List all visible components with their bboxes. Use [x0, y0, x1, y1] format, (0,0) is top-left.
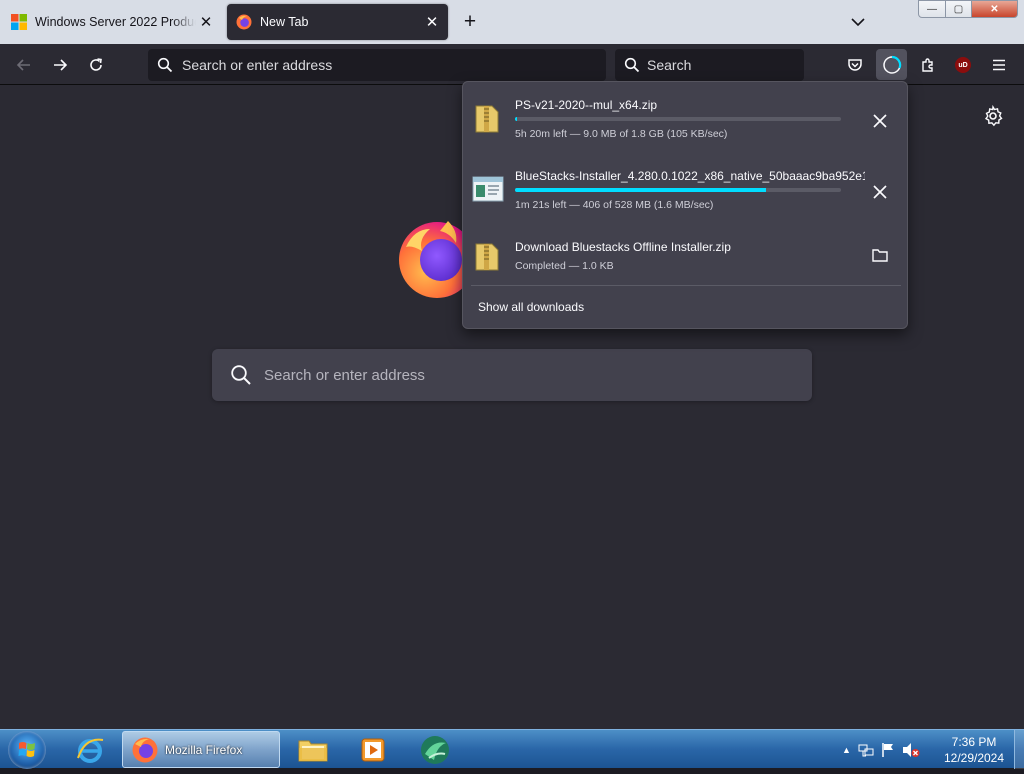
ublock-origin-button[interactable]: uD [950, 52, 976, 78]
show-hidden-icons-arrow-icon[interactable]: ▲ [842, 745, 851, 755]
search-icon [624, 57, 640, 73]
download-status: Completed — 1.0 KB [515, 260, 614, 272]
reload-icon [90, 58, 102, 71]
list-all-tabs-chevron-icon[interactable] [848, 12, 868, 32]
address-bar[interactable]: Search or enter address [148, 49, 606, 81]
folder-icon [298, 740, 328, 761]
windows-taskbar: Mozilla Firefox ▲ 7:36 PM 12/29/2024 [0, 729, 1024, 769]
download-progress-bar [515, 188, 841, 192]
ublock-origin-icon: uD [955, 57, 971, 73]
tab-title: New Tab [260, 15, 309, 29]
tab-title: Windows Server 2022 Product K [35, 15, 196, 29]
pocket-button[interactable] [842, 52, 868, 78]
clock-time: 7:36 PM [951, 735, 997, 749]
download-progress-fill [515, 117, 517, 121]
tab-windows-server[interactable]: Windows Server 2022 Product K ✕ [2, 4, 222, 40]
extensions-button[interactable] [915, 52, 941, 78]
tab-strip: Windows Server 2022 Product K ✕ New Tab … [0, 0, 1024, 44]
download-status: 1m 21s left — 406 of 528 MB (1.6 MB/sec) [515, 199, 714, 211]
close-tab-icon[interactable]: ✕ [422, 12, 442, 32]
system-tray: ▲ [842, 735, 920, 765]
bluestacks-icon [421, 735, 449, 764]
tab-new-tab[interactable]: New Tab ✕ [227, 4, 448, 40]
action-center-flag-icon[interactable] [881, 742, 895, 758]
firefox-icon [132, 737, 158, 762]
zip-file-icon [475, 105, 499, 133]
download-status: 5h 20m left — 9.0 MB of 1.8 GB (105 KB/s… [515, 128, 728, 140]
download-item[interactable]: BlueStacks-Installer_4.280.0.1022_x86_na… [463, 153, 907, 215]
download-item[interactable]: Download Bluestacks Offline Installer.zi… [463, 222, 907, 284]
search-icon [231, 365, 251, 385]
volume-muted-icon[interactable] [902, 742, 920, 758]
back-button[interactable] [11, 52, 37, 78]
zip-file-icon [475, 243, 499, 271]
media-player-button[interactable] [352, 731, 394, 768]
cancel-download-button[interactable] [867, 108, 893, 134]
download-filename: Download Bluestacks Offline Installer.zi… [515, 240, 731, 254]
show-in-folder-button[interactable] [867, 242, 893, 268]
gear-icon[interactable] [981, 104, 1005, 128]
puzzle-piece-icon [922, 58, 933, 72]
close-icon [873, 185, 887, 199]
address-input[interactable]: Search or enter address [182, 57, 332, 73]
close-tab-icon[interactable]: ✕ [196, 12, 216, 32]
download-progress-fill [515, 188, 767, 192]
app-menu-button[interactable] [986, 52, 1012, 78]
show-desktop-button[interactable] [1014, 730, 1024, 769]
forward-arrow-icon [54, 59, 68, 71]
panel-divider [471, 285, 901, 286]
microsoft-logo-icon [11, 14, 27, 30]
network-icon[interactable] [858, 742, 874, 758]
cancel-download-button[interactable] [867, 179, 893, 205]
media-player-icon [361, 738, 385, 761]
search-icon [157, 57, 173, 73]
hamburger-menu-icon [993, 59, 1005, 71]
windows-logo-icon [18, 742, 35, 757]
newtab-search-box[interactable]: Search or enter address [212, 349, 812, 401]
newtab-search-input[interactable]: Search or enter address [264, 367, 425, 384]
taskbar-firefox-button[interactable]: Mozilla Firefox [122, 731, 280, 768]
downloads-panel: PS-v21-2020--mul_x64.zip 5h 20m left — 9… [462, 81, 908, 329]
file-explorer-button[interactable] [292, 731, 334, 768]
taskbar-clock[interactable]: 7:36 PM 12/29/2024 [938, 734, 1010, 766]
new-tab-button[interactable]: + [458, 11, 482, 35]
download-filename: PS-v21-2020--mul_x64.zip [515, 98, 658, 112]
close-icon [873, 114, 887, 128]
restore-window-button[interactable]: ▢ [945, 0, 972, 18]
pocket-icon [848, 59, 862, 71]
internet-explorer-icon [77, 738, 104, 763]
bluestacks-button[interactable] [414, 731, 456, 768]
installer-file-icon [472, 176, 504, 202]
clock-date: 12/29/2024 [943, 751, 1005, 765]
reload-button[interactable] [83, 52, 109, 78]
downloads-button[interactable] [876, 49, 907, 80]
minimize-window-button[interactable]: — [918, 0, 946, 18]
search-input[interactable]: Search [647, 57, 691, 73]
forward-button[interactable] [47, 52, 73, 78]
taskbar-firefox-label: Mozilla Firefox [165, 742, 243, 757]
navigation-toolbar: Search or enter address Search uD [0, 44, 1024, 85]
back-arrow-icon [16, 59, 30, 71]
folder-icon [872, 249, 888, 262]
start-button[interactable] [8, 731, 46, 769]
download-item[interactable]: PS-v21-2020--mul_x64.zip 5h 20m left — 9… [463, 82, 907, 144]
firefox-icon [236, 14, 252, 30]
internet-explorer-button[interactable] [70, 731, 110, 768]
search-bar[interactable]: Search [615, 49, 804, 81]
download-filename: BlueStacks-Installer_4.280.0.1022_x86_na… [515, 169, 865, 183]
download-progress-icon [882, 55, 901, 74]
show-all-downloads-button[interactable]: Show all downloads [478, 300, 584, 314]
close-window-button[interactable]: ✕ [971, 0, 1018, 18]
download-progress-bar [515, 117, 841, 121]
